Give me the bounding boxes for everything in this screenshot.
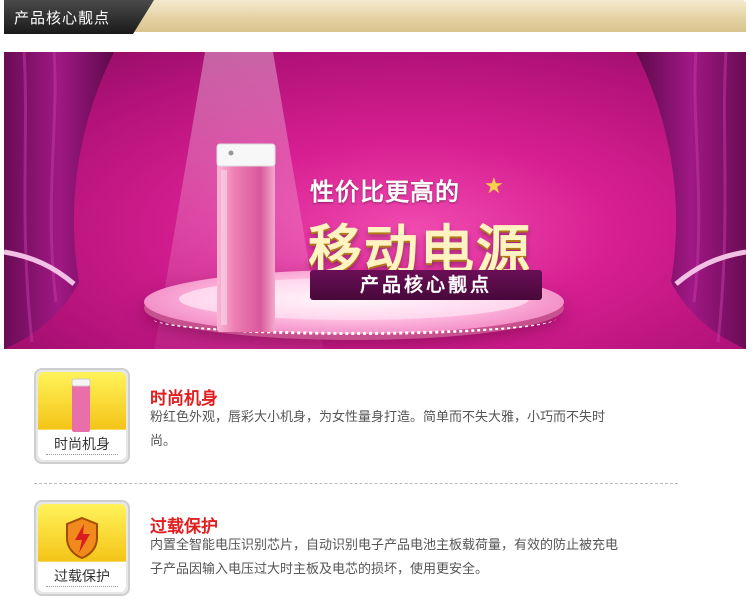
icon-underline xyxy=(46,586,118,587)
feature-icon-label: 过载保护 xyxy=(54,569,110,585)
feature-description: 粉红色外观，唇彩大小机身，为女性量身打造。简单而不失大雅，小巧而不失时尚。 xyxy=(150,410,606,449)
feature-icon-box: 过载保护 xyxy=(34,500,130,596)
shield-lightning-icon xyxy=(66,516,98,560)
banner-tagline: 性价比更高的 xyxy=(310,178,460,206)
section-header: 产品核心靓点 xyxy=(4,0,746,34)
feature-icon-box: 时尚机身 xyxy=(34,368,130,464)
divider xyxy=(34,483,678,484)
feature-description: 内置全智能电压识别芯片，自动识别电子产品电池主板载荷量，有效的防止被充电子产品因… xyxy=(150,538,619,577)
hero-banner: 性价比更高的 ★ 移动电源 产品核心靓点 xyxy=(4,52,746,349)
header-title: 产品核心靓点 xyxy=(14,9,111,27)
left-curtain xyxy=(4,52,114,349)
power-bank-icon xyxy=(71,378,91,432)
feature-icon-label: 时尚机身 xyxy=(54,437,110,453)
header-tab: 产品核心靓点 xyxy=(4,0,154,34)
power-bank-icon xyxy=(216,143,276,332)
right-curtain xyxy=(636,52,746,349)
star-icon: ★ xyxy=(484,174,504,199)
icon-underline xyxy=(46,454,118,455)
banner-subtitle: 产品核心靓点 xyxy=(310,270,542,300)
